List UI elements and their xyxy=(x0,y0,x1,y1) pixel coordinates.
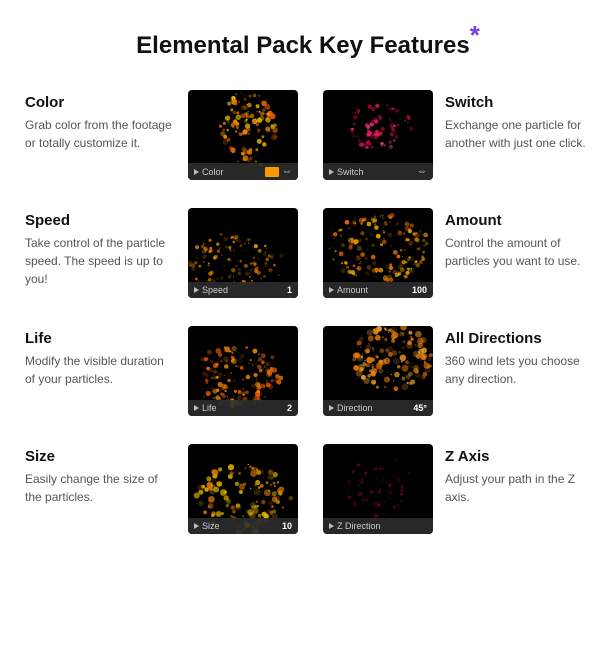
thumb-label-text-color: Color xyxy=(202,167,224,177)
thumb-value-amount: 100 xyxy=(412,285,427,295)
feature-thumbnail-all-directions: Direction 45° xyxy=(323,326,433,416)
thumbnail-footer-speed: Speed 1 xyxy=(188,282,298,298)
play-icon xyxy=(329,287,334,293)
thumb-label-amount: Amount xyxy=(329,285,368,295)
thumb-label-text-amount: Amount xyxy=(337,285,368,295)
feature-desc-switch: Exchange one particle for another with j… xyxy=(445,116,591,152)
feature-title-amount: Amount xyxy=(445,212,591,229)
feature-desc-speed: Take control of the particle speed. The … xyxy=(25,234,176,288)
thumb-value-all-directions: 45° xyxy=(413,403,427,413)
thumb-label-all-directions: Direction xyxy=(329,403,373,413)
feature-thumbnail-size: Size 10 xyxy=(188,444,298,534)
thumb-controls-color: ⇔ xyxy=(265,166,292,177)
thumb-label-size: Size xyxy=(194,521,220,531)
feature-title-size: Size xyxy=(25,448,176,465)
feature-text-switch: Switch Exchange one particle for another … xyxy=(445,90,591,152)
feature-text-all-directions: All Directions 360 wind lets you choose a… xyxy=(445,326,591,388)
thumb-label-color: Color xyxy=(194,167,224,177)
features-grid: Color Grab color from the footage or tota… xyxy=(20,90,596,562)
thumb-label-text-all-directions: Direction xyxy=(337,403,373,413)
feature-z-axis: Z Direction Z Axis Adjust your path in the… xyxy=(308,444,596,562)
feature-desc-all-directions: 360 wind lets you choose any direction. xyxy=(445,352,591,388)
play-icon xyxy=(329,405,334,411)
thumb-label-text-size: Size xyxy=(202,521,220,531)
feature-thumbnail-z-axis: Z Direction xyxy=(323,444,433,534)
play-icon xyxy=(329,523,334,529)
feature-desc-color: Grab color from the footage or totally c… xyxy=(25,116,176,152)
thumb-label-text-z-axis: Z Direction xyxy=(337,521,381,531)
thumb-value-size: 10 xyxy=(282,521,292,531)
feature-desc-z-axis: Adjust your path in the Z axis. xyxy=(445,470,591,506)
feature-desc-life: Modify the visible duration of your part… xyxy=(25,352,176,388)
feature-thumbnail-color: Color ⇔ xyxy=(188,90,298,180)
thumb-value-life: 2 xyxy=(287,403,292,413)
play-icon xyxy=(194,405,199,411)
feature-life: Life Modify the visible duration of your … xyxy=(20,326,308,444)
feature-text-amount: Amount Control the amount of particles yo… xyxy=(445,208,591,270)
feature-text-speed: Speed Take control of the particle speed.… xyxy=(25,208,176,288)
feature-thumbnail-switch: Switch ⇔ xyxy=(323,90,433,180)
feature-thumbnail-life: Life 2 xyxy=(188,326,298,416)
thumbnail-footer-amount: Amount 100 xyxy=(323,282,433,298)
feature-text-life: Life Modify the visible duration of your … xyxy=(25,326,176,388)
thumbnail-footer-life: Life 2 xyxy=(188,400,298,416)
thumbnail-footer-size: Size 10 xyxy=(188,518,298,534)
feature-amount: Amount 100 Amount Control the amount of par… xyxy=(308,208,596,326)
feature-thumbnail-speed: Speed 1 xyxy=(188,208,298,298)
thumb-arrow-switch: ⇔ xyxy=(417,166,427,177)
thumb-value-speed: 1 xyxy=(287,285,292,295)
feature-desc-amount: Control the amount of particles you want… xyxy=(445,234,591,270)
thumbnail-footer-switch: Switch ⇔ xyxy=(323,163,433,180)
feature-text-size: Size Easily change the size of the partic… xyxy=(25,444,176,506)
thumb-label-speed: Speed xyxy=(194,285,228,295)
feature-switch: Switch ⇔ Switch Exchange one particle for a… xyxy=(308,90,596,208)
play-icon xyxy=(194,169,199,175)
thumb-label-text-life: Life xyxy=(202,403,217,413)
thumb-label-z-axis: Z Direction xyxy=(329,521,381,531)
feature-title-switch: Switch xyxy=(445,94,591,111)
feature-color: Color Grab color from the footage or tota… xyxy=(20,90,308,208)
feature-desc-size: Easily change the size of the particles. xyxy=(25,470,176,506)
feature-thumbnail-amount: Amount 100 xyxy=(323,208,433,298)
asterisk-icon: * xyxy=(470,20,480,50)
feature-title-life: Life xyxy=(25,330,176,347)
thumb-label-switch: Switch xyxy=(329,167,364,177)
thumb-label-text-switch: Switch xyxy=(337,167,364,177)
thumbnail-footer-z-axis: Z Direction xyxy=(323,518,433,534)
page-title: Elemental Pack Key Features* xyxy=(20,20,596,60)
thumb-label-life: Life xyxy=(194,403,217,413)
feature-all-directions: Direction 45° All Directions 360 wind lets … xyxy=(308,326,596,444)
play-icon xyxy=(194,523,199,529)
feature-size: Size Easily change the size of the partic… xyxy=(20,444,308,562)
feature-text-color: Color Grab color from the footage or tota… xyxy=(25,90,176,152)
thumb-label-text-speed: Speed xyxy=(202,285,228,295)
feature-title-all-directions: All Directions xyxy=(445,330,591,347)
thumbnail-footer-all-directions: Direction 45° xyxy=(323,400,433,416)
thumbnail-footer-color: Color ⇔ xyxy=(188,163,298,180)
feature-speed: Speed Take control of the particle speed.… xyxy=(20,208,308,326)
play-icon xyxy=(329,169,334,175)
feature-title-color: Color xyxy=(25,94,176,111)
feature-text-z-axis: Z Axis Adjust your path in the Z axis. xyxy=(445,444,591,506)
play-icon xyxy=(194,287,199,293)
feature-title-z-axis: Z Axis xyxy=(445,448,591,465)
feature-title-speed: Speed xyxy=(25,212,176,229)
